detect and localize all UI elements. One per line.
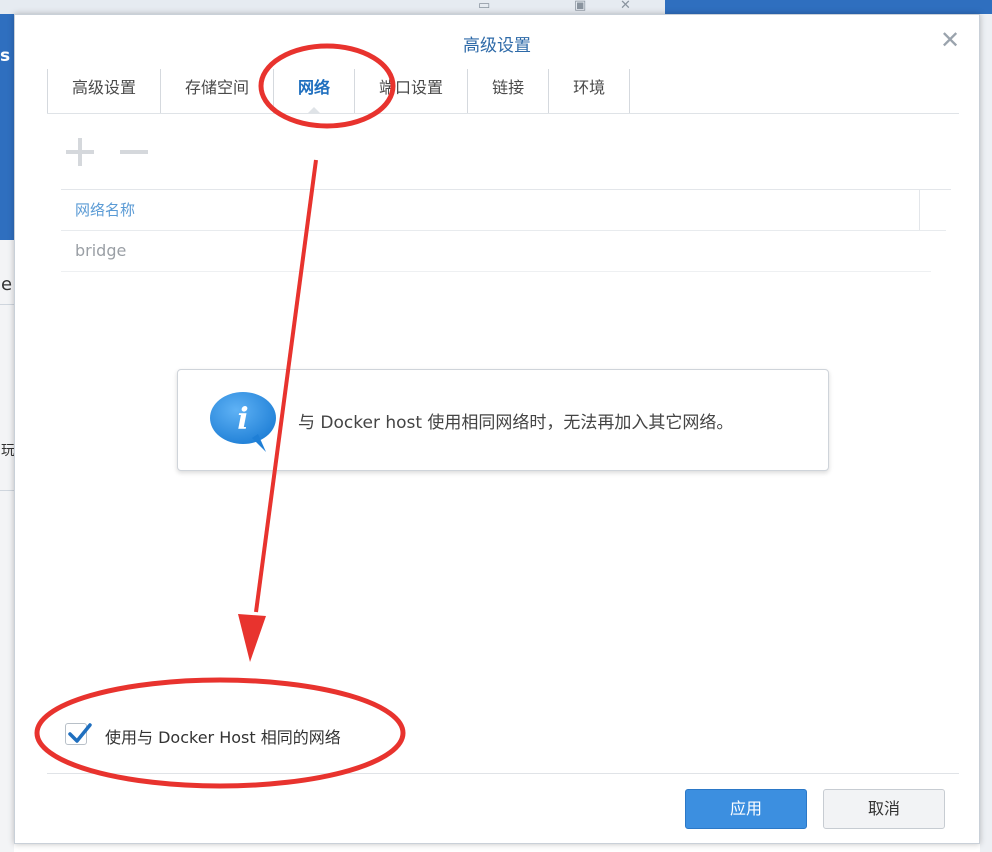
background-minimize-icon: ▭ (478, 0, 491, 13)
add-network-button[interactable] (63, 135, 97, 169)
tab-environment[interactable]: 环境 (549, 69, 631, 113)
background-sidebar-letter: s (0, 46, 11, 66)
apply-button[interactable]: 应用 (685, 789, 807, 829)
close-button[interactable]: ✕ (937, 27, 963, 53)
background-sidebar-text: 玩 (1, 443, 15, 459)
grid-row-border (61, 271, 931, 272)
column-header-network-name[interactable]: 网络名称 (61, 190, 921, 230)
check-icon (68, 723, 92, 743)
info-message-box: i 与 Docker host 使用相同网络时，无法再加入其它网络。 (177, 369, 829, 471)
info-bubble-icon: i (210, 392, 276, 452)
background-sidebar-text: e (1, 274, 13, 295)
background-sidebar (0, 240, 14, 852)
info-message: 与 Docker host 使用相同网络时，无法再加入其它网络。 (298, 413, 734, 433)
tab-port-settings[interactable]: 端口设置 (355, 69, 469, 113)
advanced-settings-dialog: 高级设置 ✕ 高级设置 存储空间 网络 端口设置 链接 环境 网络名称 brid… (14, 14, 980, 844)
column-separator (919, 190, 920, 230)
tab-divider (47, 113, 959, 114)
tab-links[interactable]: 链接 (468, 69, 550, 113)
background-right-edge (980, 14, 992, 852)
footer-divider (47, 773, 959, 774)
background-sidebar-header: s (0, 14, 14, 240)
tab-network[interactable]: 网络 (274, 69, 356, 114)
remove-network-button[interactable] (117, 135, 151, 169)
background-sidebar-divider (0, 490, 14, 491)
background-sidebar-divider (0, 304, 14, 305)
background-close-icon: ✕ (620, 0, 631, 13)
table-row[interactable]: bridge (61, 231, 921, 271)
use-host-network-label: 使用与 Docker Host 相同的网络 (105, 728, 341, 747)
cancel-button[interactable]: 取消 (823, 789, 945, 829)
info-glyph: i (237, 402, 248, 437)
background-maximize-icon: ▣ (574, 0, 587, 13)
tab-advanced-settings[interactable]: 高级设置 (47, 69, 162, 113)
dialog-title: 高级设置 (463, 36, 531, 56)
background-window-header (665, 0, 992, 14)
tab-bar: 高级设置 存储空间 网络 端口设置 链接 环境 (47, 69, 631, 114)
use-host-network-checkbox[interactable] (65, 723, 92, 745)
tab-storage[interactable]: 存储空间 (161, 69, 275, 113)
